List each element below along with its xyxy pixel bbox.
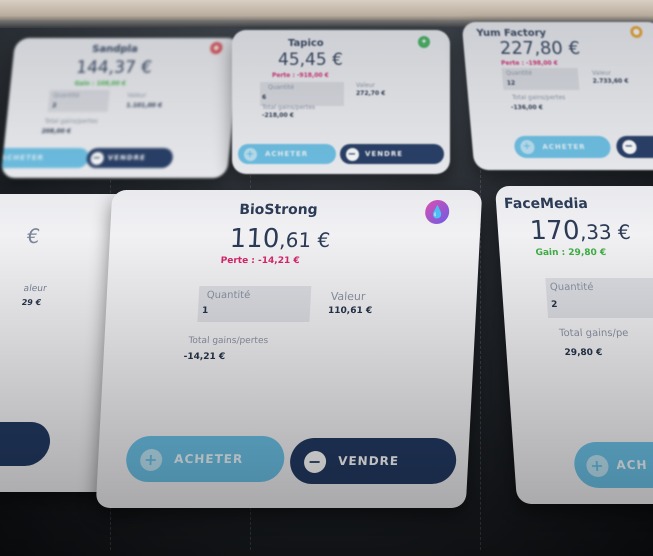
quantity-label: Quantité xyxy=(206,290,251,301)
price-decimals: ,61 € xyxy=(278,228,331,252)
total-label: Total gains/pertes xyxy=(511,94,566,101)
price-decimals: ,33 € xyxy=(578,220,632,244)
stock-price: 45,45 € xyxy=(278,50,343,70)
quantity-label: Quantité xyxy=(268,84,295,91)
stock-card-facemedia: FaceMedia 170,33 € Gain : 29,80 € Quanti… xyxy=(494,186,653,504)
stock-card-sandpla: Sandpla ◆ 144,37 € Gain : 108,00 € Quant… xyxy=(0,38,242,178)
value-label: Valeur xyxy=(591,70,612,77)
plus-icon: + xyxy=(585,454,610,477)
quantity-label: Quantité xyxy=(505,70,533,77)
quantity-value: 2 xyxy=(550,300,558,310)
buy-button[interactable]: + ACH xyxy=(572,442,653,488)
value-amount-fragment: 29 € xyxy=(21,298,42,307)
stock-price: 227,80 € xyxy=(498,38,581,59)
stock-delta: Gain : 29,80 € xyxy=(535,248,607,258)
value-amount: 272,70 € xyxy=(356,90,386,97)
stock-price: 110,61 € xyxy=(229,224,331,254)
quantity-value: 2 xyxy=(51,102,57,109)
sell-label: VENDRE xyxy=(337,454,400,468)
buy-button[interactable]: + ACHETER xyxy=(238,144,336,164)
quantity-value: 12 xyxy=(506,80,516,87)
minus-icon: − xyxy=(303,450,327,473)
quantity-label: Quantité xyxy=(52,92,80,99)
sell-label: VENDRE xyxy=(107,154,147,162)
stock-delta: Perte : -918,00 € xyxy=(272,72,329,79)
value-amount: 2.733,60 € xyxy=(592,78,629,85)
buy-label: ACHETER xyxy=(542,143,586,151)
photo-scene: Sandpla ◆ 144,37 € Gain : 108,00 € Quant… xyxy=(0,0,653,556)
total-amount: -136,00 € xyxy=(510,104,544,111)
plus-icon: + xyxy=(244,147,257,161)
value-label: Valeur xyxy=(356,82,375,89)
total-label: Total gains/pe xyxy=(558,328,629,339)
sell-button[interactable]: − VENDRE xyxy=(288,438,458,484)
sell-button[interactable] xyxy=(0,422,53,466)
quantity-value: 1 xyxy=(201,306,209,316)
stock-price: 170,33 € xyxy=(529,216,632,246)
stock-badge-icon: ✦ xyxy=(418,36,430,48)
stock-name: Sandpla xyxy=(91,44,139,55)
total-amount: -218,00 € xyxy=(262,112,294,119)
sell-label: VENDRE xyxy=(365,150,404,158)
minus-icon: − xyxy=(621,140,638,154)
value-label-fragment: aleur xyxy=(22,284,48,294)
buy-button[interactable]: + ACHETER xyxy=(513,136,612,158)
plus-icon: + xyxy=(139,448,163,471)
total-amount: 29,80 € xyxy=(564,348,603,358)
stock-card-yumfactory: Yum Factory ● 227,80 € Perte : -198,00 €… xyxy=(461,22,653,170)
stock-badge-icon: ● xyxy=(629,26,643,38)
buy-label-fragment: ACH xyxy=(615,458,649,472)
stock-name: FaceMedia xyxy=(503,196,589,212)
stock-price-fragment: € xyxy=(25,224,42,248)
sell-button[interactable]: − VENDRE xyxy=(85,148,174,168)
total-label: Total gains/pertes xyxy=(44,118,99,125)
sell-button[interactable]: − xyxy=(615,136,653,158)
stock-delta: Gain : 108,00 € xyxy=(74,80,127,87)
price-integer: 170 xyxy=(528,216,581,246)
price-integer: 110 xyxy=(228,224,281,254)
sell-button[interactable]: − VENDRE xyxy=(340,144,444,164)
stock-name: BioStrong xyxy=(238,202,319,218)
stock-delta: Perte : -198,00 € xyxy=(500,60,559,67)
buy-button[interactable]: + ACHETER xyxy=(125,436,286,482)
minus-icon: − xyxy=(346,147,359,161)
total-label: Total gains/pertes xyxy=(262,104,316,111)
total-amount: -14,21 € xyxy=(183,352,226,362)
quantity-value: 6 xyxy=(262,94,267,101)
buy-button[interactable]: ACHETER xyxy=(0,148,90,168)
stock-card-biostrong: BioStrong 💧 110,61 € Perte : -14,21 € Qu… xyxy=(95,190,483,508)
stock-delta: Perte : -14,21 € xyxy=(220,256,300,266)
value-amount: 110,61 € xyxy=(327,306,373,316)
stock-price: 144,37 € xyxy=(75,58,153,78)
drop-icon: 💧 xyxy=(424,200,450,224)
minus-icon: − xyxy=(90,151,105,165)
total-amount: 208,00 € xyxy=(41,128,72,135)
stock-badge-icon: ◆ xyxy=(209,42,223,54)
buy-label: ACHETER xyxy=(0,154,45,162)
stock-name: Tapico xyxy=(288,38,324,49)
quantity-label: Quantité xyxy=(549,282,594,293)
buy-label: ACHETER xyxy=(265,150,309,158)
stock-card-tapico: Tapico ✦ 45,45 € Perte : -918,00 € Quant… xyxy=(232,30,450,174)
plus-icon: + xyxy=(519,140,536,154)
value-label: Valeur xyxy=(330,290,366,303)
total-label: Total gains/pertes xyxy=(188,336,269,346)
value-label: Valeur xyxy=(126,92,147,99)
buy-label: ACHETER xyxy=(173,452,244,466)
value-amount: 1.101,00 € xyxy=(125,102,163,109)
